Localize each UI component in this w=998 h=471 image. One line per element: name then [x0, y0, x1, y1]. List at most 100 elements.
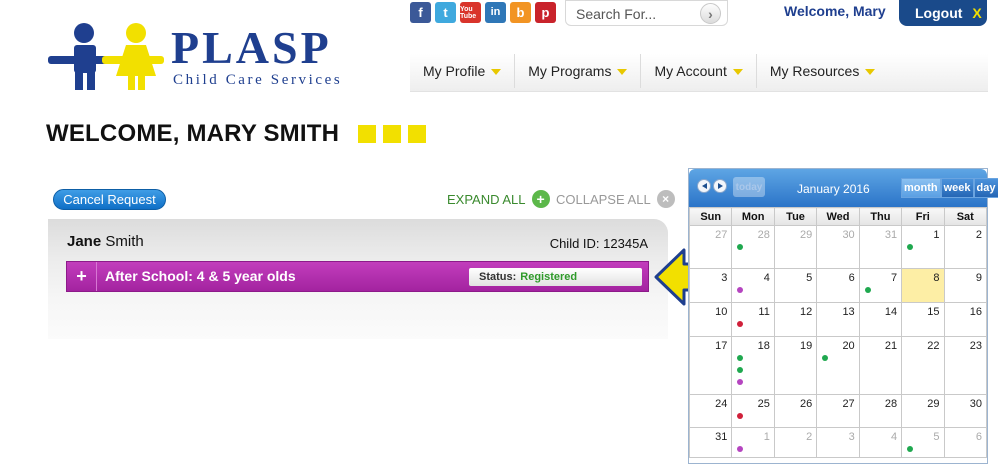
blogger-icon[interactable]: b: [510, 2, 531, 23]
prev-month-icon[interactable]: [697, 179, 711, 193]
event-dot-icon[interactable]: [737, 355, 744, 361]
calendar-day[interactable]: 10: [688, 302, 733, 337]
calendar-day[interactable]: 26: [773, 394, 818, 428]
calendar-day[interactable]: 15: [901, 302, 945, 337]
day-number: 18: [757, 340, 770, 352]
calendar-day[interactable]: 5: [901, 427, 945, 458]
calendar-day[interactable]: 2: [943, 225, 988, 269]
calendar-day[interactable]: 4: [731, 268, 775, 303]
calendar-day[interactable]: 18: [731, 336, 775, 395]
calendar-day[interactable]: 6: [943, 427, 988, 458]
calendar-grid: Sun Mon Tue Wed Thu Fri Sat 27 28 29 30 31 1 2 3 4 5 6 7 8…: [688, 207, 988, 458]
today-button[interactable]: today: [733, 177, 765, 197]
dropdown-arrow-icon: [732, 69, 743, 75]
yellow-square-icon: [408, 125, 426, 143]
calendar-day[interactable]: 28: [731, 225, 775, 269]
calendar-day[interactable]: 12: [773, 302, 818, 337]
expand-all-button[interactable]: EXPAND ALL +: [447, 190, 550, 208]
calendar-day[interactable]: 22: [901, 336, 945, 395]
search-go-button[interactable]: ›: [700, 3, 721, 24]
event-dot-icon[interactable]: [737, 321, 744, 327]
event-markers: [737, 287, 744, 293]
event-dot-icon[interactable]: [737, 244, 744, 250]
calendar-day[interactable]: 14: [858, 302, 903, 337]
dropdown-arrow-icon: [617, 69, 628, 75]
calendar-day[interactable]: 28: [858, 394, 903, 428]
calendar-day[interactable]: 13: [816, 302, 860, 337]
event-dot-icon[interactable]: [737, 379, 744, 385]
calendar-day[interactable]: 3: [816, 427, 860, 458]
dropdown-arrow-icon: [491, 69, 502, 75]
event-dot-icon[interactable]: [737, 446, 744, 452]
plasp-logo[interactable]: PLASP Child Care Services: [46, 20, 376, 92]
calendar-day-today[interactable]: 8: [901, 268, 945, 303]
day-number: 26: [800, 398, 813, 410]
calendar-day[interactable]: 30: [816, 225, 860, 269]
brand-name: PLASP: [171, 22, 332, 73]
nav-item-my-programs[interactable]: My Programs: [515, 54, 642, 88]
calendar-day[interactable]: 2: [773, 427, 818, 458]
calendar-day[interactable]: 29: [901, 394, 945, 428]
child-id-label: Child ID:: [549, 236, 600, 251]
youtube-icon[interactable]: You Tube: [460, 2, 481, 23]
calendar-day[interactable]: 16: [943, 302, 988, 337]
facebook-icon[interactable]: f: [410, 2, 431, 23]
calendar-day[interactable]: 20: [816, 336, 860, 395]
view-week-button[interactable]: week: [940, 178, 974, 198]
calendar-day[interactable]: 27: [816, 394, 860, 428]
day-number: 27: [842, 398, 855, 410]
calendar-header: today January 2016 month week day: [689, 169, 998, 207]
calendar-day[interactable]: 4: [858, 427, 903, 458]
calendar-day[interactable]: 27: [688, 225, 733, 269]
event-markers: [822, 355, 829, 361]
weekday-header: Sun: [688, 207, 733, 226]
expand-program-icon[interactable]: +: [67, 262, 97, 291]
view-day-button[interactable]: day: [973, 178, 998, 198]
nav-item-my-resources[interactable]: My Resources: [757, 54, 888, 88]
calendar-day[interactable]: 24: [688, 394, 733, 428]
event-markers: [907, 446, 914, 452]
weekday-header: Tue: [773, 207, 818, 226]
event-dot-icon[interactable]: [907, 244, 914, 250]
event-dot-icon[interactable]: [864, 287, 871, 293]
day-number: 13: [842, 306, 855, 318]
event-dot-icon[interactable]: [907, 446, 914, 452]
calendar-day[interactable]: 5: [773, 268, 818, 303]
calendar-day[interactable]: 7: [858, 268, 903, 303]
calendar-day[interactable]: 23: [943, 336, 988, 395]
calendar-day[interactable]: 30: [943, 394, 988, 428]
day-number: 24: [715, 398, 728, 410]
collapse-all-button[interactable]: COLLAPSE ALL ×: [556, 190, 675, 208]
nav-item-my-account[interactable]: My Account: [641, 54, 757, 88]
cancel-request-button[interactable]: Cancel Request: [53, 189, 166, 210]
linkedin-icon[interactable]: in: [485, 2, 506, 23]
calendar-day[interactable]: 9: [943, 268, 988, 303]
event-dot-icon[interactable]: [737, 367, 744, 373]
day-number: 9: [975, 272, 982, 284]
event-dot-icon[interactable]: [822, 355, 829, 361]
day-number: 20: [842, 340, 855, 352]
calendar-day[interactable]: 1: [731, 427, 775, 458]
calendar-day[interactable]: 21: [858, 336, 903, 395]
calendar-day[interactable]: 17: [688, 336, 733, 395]
calendar-day[interactable]: 29: [773, 225, 818, 269]
next-month-icon[interactable]: [713, 179, 727, 193]
calendar-day[interactable]: 6: [816, 268, 860, 303]
logout-button[interactable]: Logout X: [899, 0, 987, 26]
event-dot-icon[interactable]: [737, 287, 744, 293]
calendar-day[interactable]: 19: [773, 336, 818, 395]
calendar-day[interactable]: 25: [731, 394, 775, 428]
nav-item-my-profile[interactable]: My Profile: [410, 54, 516, 88]
twitter-icon[interactable]: t: [435, 2, 456, 23]
calendar-day[interactable]: 31: [688, 427, 733, 458]
day-number: 19: [800, 340, 813, 352]
calendar-day[interactable]: 11: [731, 302, 775, 337]
search-input[interactable]: [576, 4, 696, 24]
view-month-button[interactable]: month: [901, 178, 941, 198]
calendar-day[interactable]: 1: [901, 225, 945, 269]
program-row[interactable]: + After School: 4 & 5 year olds Status: …: [66, 261, 649, 292]
calendar-day[interactable]: 31: [858, 225, 903, 269]
event-dot-icon[interactable]: [737, 413, 744, 419]
calendar-day[interactable]: 3: [688, 268, 733, 303]
pinterest-icon[interactable]: p: [535, 2, 556, 23]
